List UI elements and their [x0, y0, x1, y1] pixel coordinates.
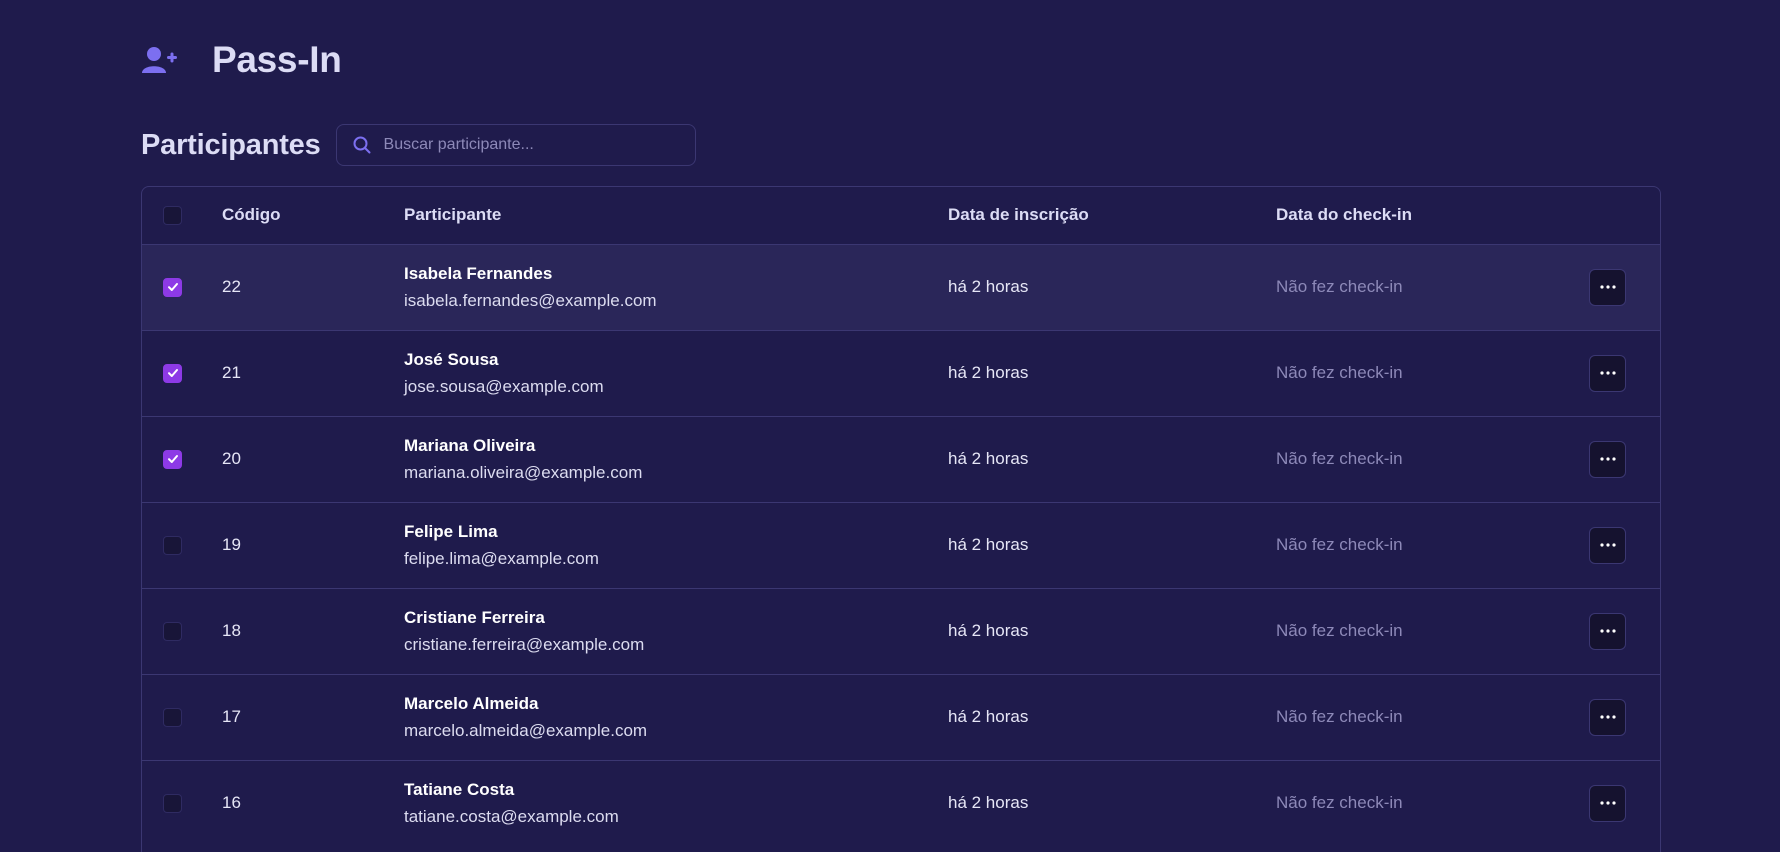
more-horizontal-icon: [1599, 801, 1616, 805]
checkin-status: Não fez check-in: [1276, 535, 1403, 554]
registration-date: há 2 horas: [948, 535, 1029, 554]
table-body: 22 Isabela Fernandes isabela.fernandes@ex…: [142, 244, 1660, 846]
more-horizontal-icon: [1599, 285, 1616, 289]
row-actions-button[interactable]: [1589, 698, 1626, 736]
row-actions-button[interactable]: [1589, 268, 1626, 306]
column-header-participant: Participante: [404, 187, 948, 245]
table-row: 20 Mariana Oliveira mariana.oliveira@exam…: [142, 416, 1660, 502]
participant-code: 17: [222, 707, 241, 726]
participant-code: 22: [222, 277, 241, 296]
column-header-registration-date: Data de inscrição: [948, 187, 1276, 245]
table-row: 17 Marcelo Almeida marcelo.almeida@exampl…: [142, 674, 1660, 760]
participant-name: Felipe Lima: [404, 521, 498, 541]
participant-code: 19: [222, 535, 241, 554]
app-title: Pass-In: [212, 39, 342, 80]
more-horizontal-icon: [1599, 457, 1616, 461]
participant-email: tatiane.costa@example.com: [404, 806, 619, 826]
more-horizontal-icon: [1599, 715, 1616, 719]
checkin-status: Não fez check-in: [1276, 277, 1403, 296]
app-header: Pass-In: [141, 36, 342, 84]
participant-code: 18: [222, 621, 241, 640]
participant-name: José Sousa: [404, 349, 499, 369]
more-horizontal-icon: [1599, 543, 1616, 547]
row-checkbox[interactable]: [163, 793, 182, 813]
participant-code: 21: [222, 363, 241, 382]
row-actions-button[interactable]: [1589, 354, 1626, 392]
more-horizontal-icon: [1599, 371, 1616, 375]
row-checkbox[interactable]: [163, 621, 182, 641]
registration-date: há 2 horas: [948, 277, 1029, 296]
participant-name: Cristiane Ferreira: [404, 607, 545, 627]
row-actions-button[interactable]: [1589, 784, 1626, 822]
row-checkbox[interactable]: [163, 363, 182, 383]
registration-date: há 2 horas: [948, 449, 1029, 468]
participant-name: Marcelo Almeida: [404, 693, 539, 713]
checkin-status: Não fez check-in: [1276, 793, 1403, 813]
checkmark-icon: [167, 455, 178, 463]
participant-name: Mariana Oliveira: [404, 435, 536, 455]
registration-date: há 2 horas: [948, 621, 1029, 640]
column-header-checkin-date: Data do check-in: [1276, 187, 1582, 245]
checkin-status: Não fez check-in: [1276, 621, 1403, 640]
row-checkbox[interactable]: [163, 707, 182, 727]
participant-code: 16: [222, 793, 241, 813]
app-root: Pass-In Participantes Código Partic: [0, 0, 1780, 852]
participant-email: cristiane.ferreira@example.com: [404, 634, 645, 654]
header-select-cell: [142, 187, 222, 245]
row-actions-button[interactable]: [1589, 526, 1626, 564]
search-input[interactable]: [383, 136, 674, 154]
participant-email: mariana.oliveira@example.com: [404, 462, 643, 482]
participant-name: Isabela Fernandes: [404, 263, 553, 283]
table-row: 22 Isabela Fernandes isabela.fernandes@ex…: [142, 244, 1660, 330]
more-horizontal-icon: [1599, 629, 1616, 633]
participant-code: 20: [222, 449, 241, 468]
checkin-status: Não fez check-in: [1276, 707, 1403, 726]
table-row: 19 Felipe Lima felipe.lima@example.com há…: [142, 502, 1660, 588]
participant-name: Tatiane Costa: [404, 779, 515, 799]
participant-email: isabela.fernandes@example.com: [404, 290, 657, 310]
table-row: 18 Cristiane Ferreira cristiane.ferreira@…: [142, 588, 1660, 674]
column-header-code: Código: [222, 187, 404, 245]
page-title: Participantes: [141, 128, 321, 161]
row-actions-button[interactable]: [1589, 440, 1626, 478]
row-checkbox[interactable]: [163, 277, 182, 297]
participant-email: jose.sousa@example.com: [404, 376, 604, 396]
section-header: Participantes: [141, 124, 696, 166]
table-row: 21 José Sousa jose.sousa@example.com há 2…: [142, 330, 1660, 416]
checkin-status: Não fez check-in: [1276, 449, 1403, 468]
participants-table: Código Participante Data de inscrição Da…: [141, 186, 1661, 852]
participant-email: marcelo.almeida@example.com: [404, 720, 648, 740]
registration-date: há 2 horas: [948, 363, 1029, 382]
row-checkbox[interactable]: [163, 449, 182, 469]
table-header-row: Código Participante Data de inscrição Da…: [142, 187, 1660, 245]
checkmark-icon: [167, 283, 178, 291]
row-actions-button[interactable]: [1589, 612, 1626, 650]
registration-date: há 2 horas: [948, 793, 1029, 813]
registration-date: há 2 horas: [948, 707, 1029, 726]
column-header-actions: [1582, 187, 1660, 245]
user-plus-icon: [141, 45, 177, 75]
checkmark-icon: [167, 369, 178, 377]
select-all-checkbox[interactable]: [163, 205, 182, 225]
participant-email: felipe.lima@example.com: [404, 548, 599, 568]
row-checkbox[interactable]: [163, 535, 182, 555]
table-row: 16 Tatiane Costa tatiane.costa@example.co…: [142, 760, 1660, 846]
checkin-status: Não fez check-in: [1276, 363, 1403, 382]
search-icon: [352, 135, 372, 155]
search-box[interactable]: [335, 124, 696, 166]
